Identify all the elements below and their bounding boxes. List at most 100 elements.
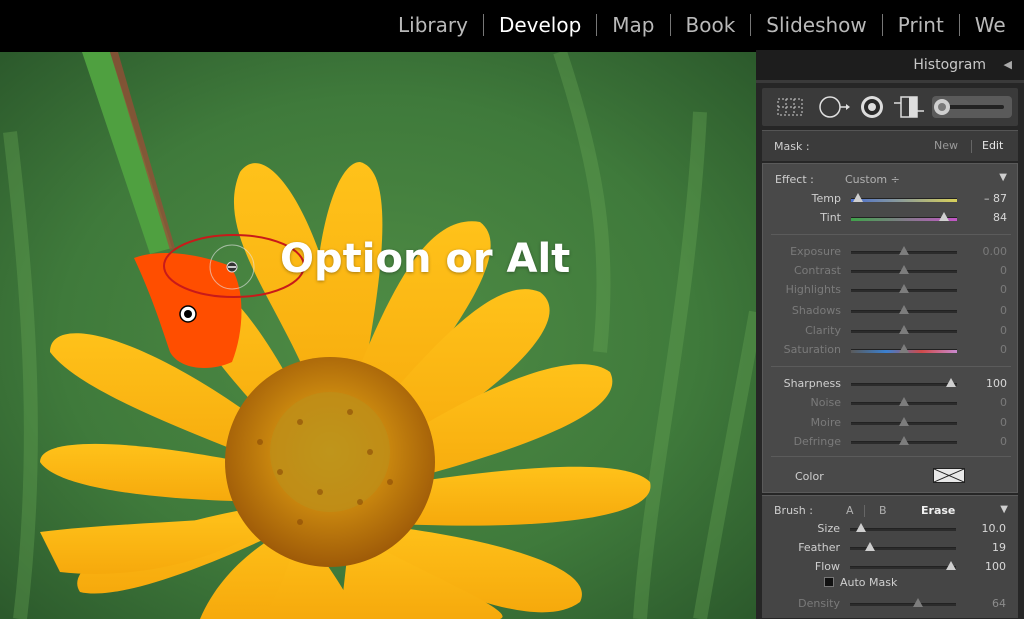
- slider-exposure[interactable]: Exposure 0.00: [763, 243, 1019, 261]
- module-print[interactable]: Print: [898, 13, 944, 37]
- slider-value[interactable]: 64: [992, 597, 1006, 610]
- slider-label: Sharpness: [783, 377, 841, 390]
- slider-value[interactable]: 0: [1000, 343, 1007, 356]
- divider: [771, 366, 1011, 367]
- triangle-left-icon[interactable]: ◀: [1004, 58, 1012, 71]
- slider-contrast[interactable]: Contrast 0: [763, 262, 1019, 280]
- slider-thumb[interactable]: [899, 397, 909, 406]
- module-separator: [958, 14, 960, 36]
- slider-size[interactable]: Size 10.0: [762, 520, 1018, 538]
- slider-value[interactable]: 0: [1000, 283, 1007, 296]
- triangle-down-icon[interactable]: ▼: [999, 172, 1007, 183]
- slider-thumb[interactable]: [855, 523, 866, 532]
- mask-divider: [971, 140, 972, 153]
- slider-thumb[interactable]: [899, 344, 909, 353]
- slider-value[interactable]: 0: [1000, 304, 1007, 317]
- slider-value[interactable]: 0: [1000, 396, 1007, 409]
- slider-value[interactable]: 19: [992, 541, 1006, 554]
- graduated-filter-icon[interactable]: [894, 95, 924, 119]
- slider-thumb[interactable]: [899, 436, 909, 445]
- slider-label: Size: [817, 522, 840, 535]
- adjustment-brush-icon[interactable]: [932, 96, 1012, 118]
- slider-clarity[interactable]: Clarity 0: [763, 322, 1019, 340]
- slider-defringe[interactable]: Defringe 0: [763, 433, 1019, 451]
- slider-value[interactable]: 0: [1000, 416, 1007, 429]
- slider-thumb[interactable]: [853, 193, 864, 202]
- slider-thumb[interactable]: [939, 212, 950, 221]
- slider-noise[interactable]: Noise 0: [763, 394, 1019, 412]
- module-book[interactable]: Book: [686, 13, 736, 37]
- slider-label: Temp: [811, 192, 841, 205]
- slider-thumb[interactable]: [912, 598, 923, 607]
- slider-value[interactable]: 100: [985, 560, 1006, 573]
- spot-removal-icon[interactable]: [818, 96, 852, 118]
- slider-label: Defringe: [793, 435, 841, 448]
- slider-temp[interactable]: Temp – 87: [763, 190, 1019, 208]
- module-separator: [669, 14, 671, 36]
- slider-label: Clarity: [805, 324, 841, 337]
- histogram-title: Histogram: [913, 57, 986, 73]
- module-picker-bar: Library Develop Map Book Slideshow Print We: [0, 0, 1024, 50]
- slider-feather[interactable]: Feather 19: [762, 539, 1018, 557]
- slider-track[interactable]: [851, 198, 957, 202]
- slider-density[interactable]: Density 64: [762, 595, 1018, 613]
- slider-label: Exposure: [790, 245, 841, 258]
- checkbox-box[interactable]: [824, 577, 834, 587]
- histogram-header[interactable]: Histogram ◀: [756, 50, 1024, 83]
- slider-value[interactable]: 0.00: [983, 245, 1008, 258]
- keyboard-hint: Option or Alt: [280, 236, 571, 282]
- slider-highlights[interactable]: Highlights 0: [763, 281, 1019, 299]
- slider-sharpness[interactable]: Sharpness 100: [763, 375, 1019, 393]
- photo-canvas[interactable]: Option or Alt: [0, 52, 756, 619]
- slider-shadows[interactable]: Shadows 0: [763, 302, 1019, 320]
- color-label: Color: [795, 470, 824, 483]
- slider-label: Saturation: [783, 343, 841, 356]
- brush-b-button[interactable]: B: [879, 504, 887, 517]
- slider-thumb[interactable]: [899, 246, 909, 255]
- slider-thumb[interactable]: [899, 417, 909, 426]
- slider-thumb[interactable]: [945, 378, 956, 387]
- slider-label: Density: [798, 597, 840, 610]
- slider-thumb[interactable]: [899, 265, 909, 274]
- slider-value[interactable]: 0: [1000, 435, 1007, 448]
- slider-track[interactable]: [850, 566, 956, 569]
- module-library[interactable]: Library: [398, 13, 468, 37]
- module-web[interactable]: We: [975, 13, 1006, 37]
- slider-value[interactable]: 100: [986, 377, 1007, 390]
- mask-edit-button[interactable]: Edit: [982, 139, 1003, 152]
- module-separator: [881, 14, 883, 36]
- color-swatch[interactable]: [933, 468, 965, 483]
- slider-value[interactable]: 0: [1000, 264, 1007, 277]
- slider-moire[interactable]: Moire 0: [763, 414, 1019, 432]
- auto-mask-checkbox[interactable]: Auto Mask: [824, 576, 897, 589]
- slider-thumb[interactable]: [945, 561, 956, 570]
- module-map[interactable]: Map: [612, 13, 654, 37]
- slider-label: Shadows: [791, 304, 841, 317]
- slider-thumb[interactable]: [899, 284, 909, 293]
- slider-track[interactable]: [851, 383, 957, 386]
- triangle-down-icon[interactable]: ▼: [1000, 504, 1008, 515]
- module-separator: [596, 14, 598, 36]
- slider-value[interactable]: 84: [993, 211, 1007, 224]
- brush-a-button[interactable]: A: [846, 504, 854, 517]
- slider-track[interactable]: [850, 528, 956, 531]
- slider-thumb[interactable]: [865, 542, 876, 551]
- slider-value[interactable]: – 87: [984, 192, 1007, 205]
- red-eye-icon[interactable]: [860, 95, 884, 119]
- brush-erase-button[interactable]: Erase: [921, 504, 955, 517]
- mask-new-button[interactable]: New: [934, 139, 958, 152]
- slider-thumb[interactable]: [899, 325, 909, 334]
- crop-overlay-icon[interactable]: [776, 96, 804, 118]
- right-panel: Histogram ◀ Mask: New Edit Effect: Cus…: [756, 50, 1024, 619]
- effect-preset-dropdown[interactable]: Custom ÷: [845, 173, 900, 186]
- slider-tint[interactable]: Tint 84: [763, 209, 1019, 227]
- slider-track[interactable]: [850, 603, 956, 606]
- slider-thumb[interactable]: [899, 305, 909, 314]
- slider-flow[interactable]: Flow 100: [762, 558, 1018, 576]
- module-slideshow[interactable]: Slideshow: [766, 13, 867, 37]
- module-develop[interactable]: Develop: [499, 13, 581, 37]
- module-separator: [482, 14, 484, 36]
- slider-saturation[interactable]: Saturation 0: [763, 341, 1019, 359]
- slider-value[interactable]: 0: [1000, 324, 1007, 337]
- slider-value[interactable]: 10.0: [982, 522, 1007, 535]
